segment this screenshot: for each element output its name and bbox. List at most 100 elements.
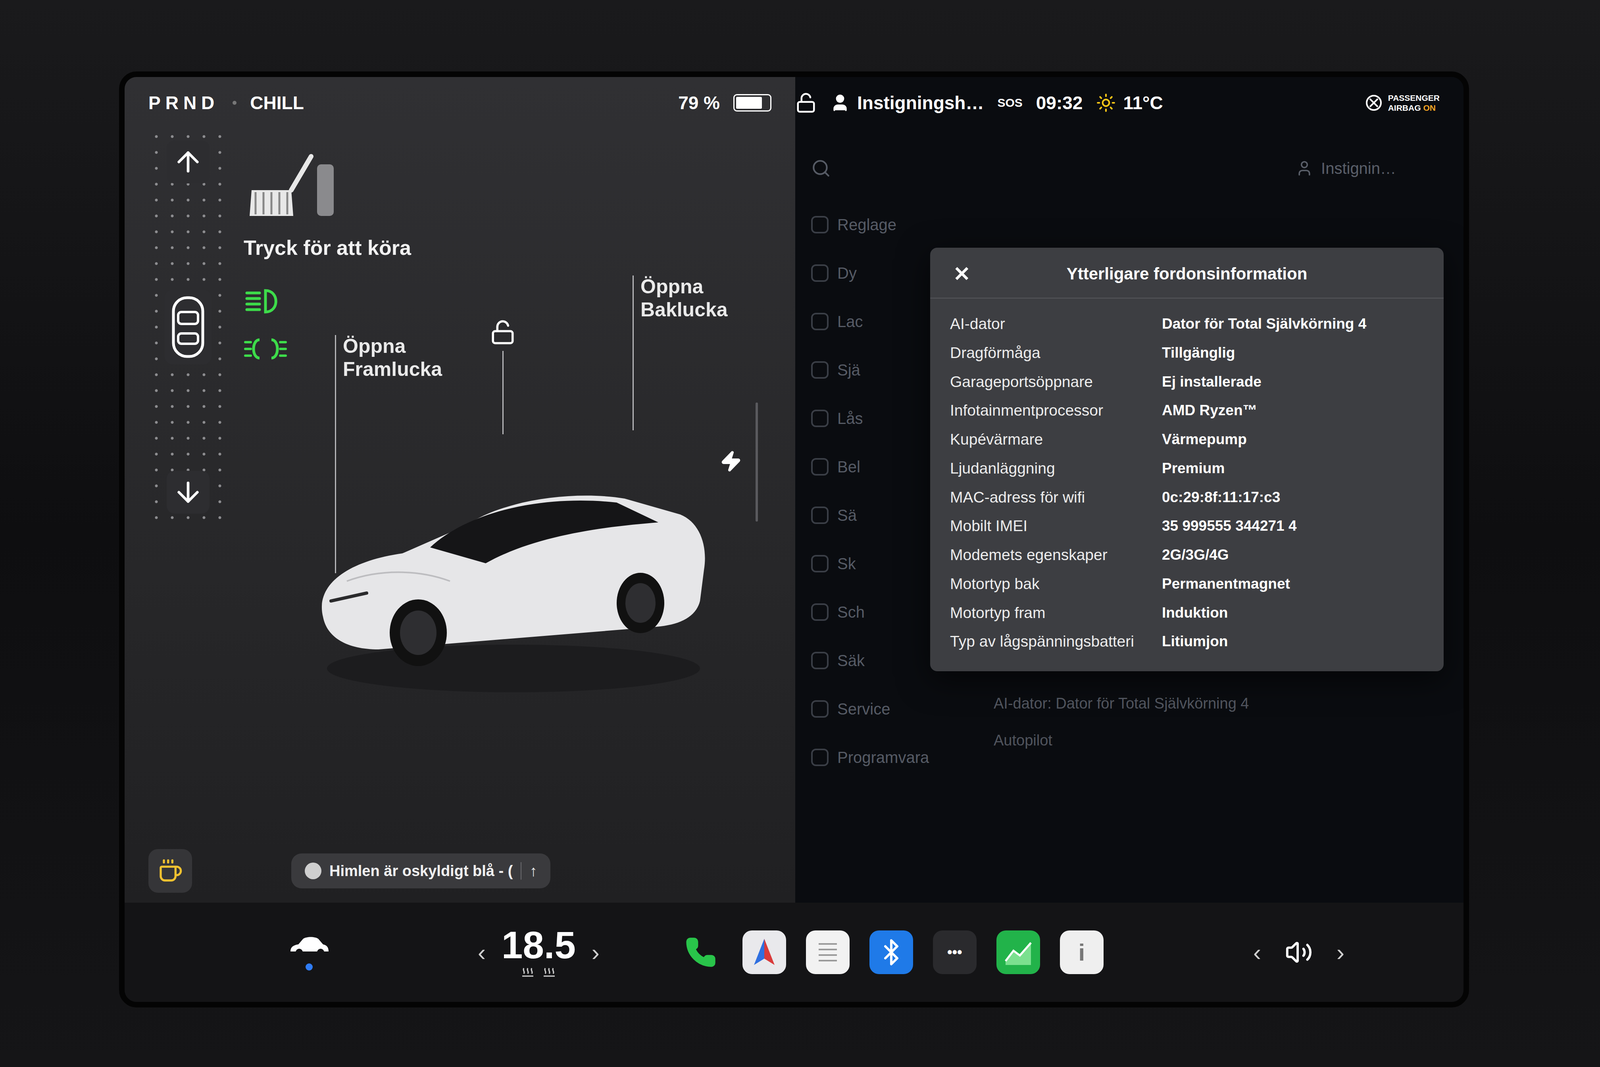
settings-menu-item[interactable]: Reglage <box>803 208 931 241</box>
settings-menu-item[interactable]: Lac <box>803 305 931 338</box>
calendar-app[interactable] <box>805 930 850 974</box>
car-button[interactable] <box>283 933 335 971</box>
settings-menu-item[interactable]: Sk <box>803 547 931 580</box>
car-canvas: ÖppnaFramlucka ÖppnaBaklucka <box>299 275 772 732</box>
charge-port-icon[interactable] <box>719 450 743 473</box>
cabin-temperature[interactable]: 18.5 <box>501 925 576 964</box>
menu-item-icon <box>811 312 829 331</box>
volume-control: ‹› <box>1253 938 1345 966</box>
menu-item-icon <box>811 409 829 427</box>
calendar-icon <box>813 938 842 966</box>
lock-icon[interactable] <box>489 319 516 346</box>
seat-heater-icon[interactable] <box>519 966 536 979</box>
car-icon <box>287 933 331 958</box>
car-controls: Tryck för att köra ÖppnaFramlucka ÖppnaBak… <box>148 128 772 839</box>
trunk-leader-line <box>632 275 634 431</box>
temperature-up-button[interactable]: › <box>591 938 600 966</box>
settings-menu-item[interactable]: Service <box>803 692 931 725</box>
settings-menu-item[interactable]: Programvara <box>803 741 931 774</box>
outside-temperature: 11°C <box>1096 92 1163 114</box>
info-label: Kupévärmare <box>950 429 1135 450</box>
settings-menu-item[interactable]: Sjä <box>803 353 931 386</box>
driver-profile[interactable]: Instigningsh… <box>830 92 984 114</box>
bluetooth-app[interactable] <box>869 930 914 974</box>
menu-item-icon <box>811 361 829 379</box>
camp-mode-button[interactable] <box>148 848 193 893</box>
gear-selector[interactable] <box>148 128 228 526</box>
drive-prompt: Tryck för att köra <box>243 235 772 260</box>
info-label: Motortyp bak <box>950 574 1135 594</box>
battery-percent: 79 % <box>678 92 720 114</box>
info-label: MAC-adress för wifi <box>950 487 1135 508</box>
info-value: Ej installerade <box>1161 372 1424 392</box>
media-player[interactable]: Himlen är oskyldigt blå - ( ↑ <box>291 853 551 889</box>
sos-indicator[interactable]: SOS <box>997 96 1023 110</box>
search-icon[interactable] <box>811 158 831 179</box>
energy-chart-icon <box>1002 936 1035 968</box>
clock: 09:32 <box>1036 92 1083 114</box>
info-value: 2G/3G/4G <box>1161 545 1424 565</box>
car-model-icon[interactable] <box>299 394 716 697</box>
menu-item-icon <box>811 215 829 234</box>
navigation-icon <box>748 936 781 968</box>
info-value: Litiumjon <box>1161 631 1424 652</box>
bluetooth-icon <box>876 937 906 967</box>
passenger-airbag-status: PASSENGERAIRBAG ON <box>1365 92 1440 113</box>
bottom-bar: ‹18.5›•••i‹› <box>124 902 1464 1002</box>
vehicle-info-dialog: ✕Ytterligare fordonsinformation AI-dator D… <box>930 247 1444 672</box>
lock-status-icon[interactable] <box>795 92 817 114</box>
info-table: AI-dator Dator för Total Självkörning 4 Dr… <box>930 298 1444 672</box>
menu-item-icon <box>811 506 829 524</box>
volume-down-button[interactable]: ‹ <box>1253 938 1262 966</box>
settings-menu-item[interactable]: Dy <box>803 257 931 289</box>
settings-menu: Reglage Dy Lac Sjä Lås Bel Sä Sk Sch Säk Service Pr… <box>803 128 931 903</box>
volume-up-button[interactable]: › <box>1336 938 1345 966</box>
info-label: Typ av lågspänningsbatteri <box>950 631 1135 652</box>
settings-menu-item[interactable]: Säk <box>803 644 931 677</box>
car-top-view-icon <box>170 295 206 359</box>
menu-item-icon <box>811 651 829 670</box>
info-value: Premium <box>1161 458 1424 479</box>
app-dock: ••• i <box>678 930 1104 974</box>
speaker-icon[interactable] <box>1284 938 1313 966</box>
headlights-icon[interactable] <box>243 287 284 316</box>
energy-app[interactable] <box>996 930 1041 974</box>
track-title: Himlen är oskyldigt blå - ( <box>329 862 513 880</box>
info-value: 35 999555 344271 4 <box>1161 516 1424 536</box>
temperature-down-button[interactable]: ‹ <box>477 938 486 966</box>
info-value: Permanentmagnet <box>1161 574 1424 594</box>
seat-heater-icon[interactable] <box>541 966 558 979</box>
info-value: 0c:29:8f:11:17:c3 <box>1161 487 1424 508</box>
dialog-title: Ytterligare fordonsinformation <box>981 264 1393 284</box>
arrow-down-icon <box>172 476 204 508</box>
manual-app[interactable]: i <box>1059 930 1104 974</box>
light-indicators <box>243 275 300 732</box>
open-trunk-button[interactable]: ÖppnaBaklucka <box>640 275 728 322</box>
top-status-bar: Instigningsh… SOS 09:32 11°C PASSENGERAIRBAG… <box>795 76 1464 129</box>
navigation-app[interactable] <box>742 930 787 974</box>
settings-profile[interactable]: Instignin… <box>930 144 1444 193</box>
settings-menu-item[interactable]: Sä <box>803 499 931 531</box>
settings-area: Reglage Dy Lac Sjä Lås Bel Sä Sk Sch Säk Service Pr… <box>795 128 1464 903</box>
settings-menu-item[interactable]: Lås <box>803 402 931 435</box>
touch-screen: PRNDCHILL79 %Tryck för att köraÖppnaFram… <box>119 71 1470 1008</box>
info-value: Dator för Total Självkörning 4 <box>1161 314 1424 334</box>
info-value: Induktion <box>1161 603 1424 623</box>
detail-text: Autopilot <box>993 731 1444 749</box>
info-label: Dragförmåga <box>950 343 1135 363</box>
coffee-icon <box>157 857 183 884</box>
open-frunk-button[interactable]: ÖppnaFramlucka <box>342 334 443 381</box>
drive-mode: CHILL <box>250 92 304 114</box>
expand-media-button[interactable]: ↑ <box>529 862 537 880</box>
airbag-icon <box>1365 94 1383 112</box>
parking-lights-icon[interactable] <box>243 334 288 363</box>
info-value: Värmepump <box>1161 429 1424 450</box>
info-label: Modemets egenskaper <box>950 545 1135 565</box>
settings-menu-item[interactable]: Sch <box>803 596 931 628</box>
close-button[interactable]: ✕ <box>942 261 982 286</box>
background-detail: AI-dator: Dator för Total Självkörning 4… <box>930 694 1444 749</box>
settings-menu-item[interactable]: Bel <box>803 450 931 483</box>
phone-app[interactable] <box>678 930 723 974</box>
info-label: AI-dator <box>950 314 1135 334</box>
more-apps-button[interactable]: ••• <box>932 930 977 974</box>
